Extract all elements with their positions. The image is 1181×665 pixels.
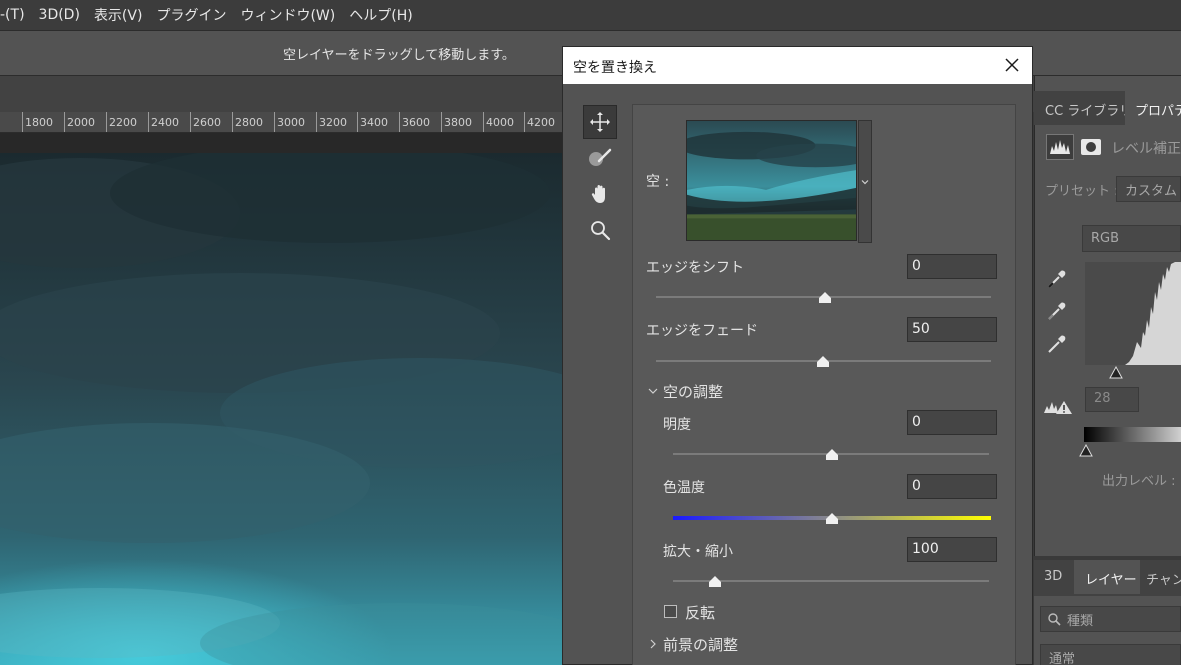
scale-slider-thumb[interactable] [709, 576, 723, 590]
move-icon [590, 112, 610, 132]
ruler-label: 3600 [399, 112, 430, 132]
menu-plugins[interactable]: プラグイン [149, 5, 233, 25]
brightness-slider-thumb[interactable] [826, 449, 840, 463]
tab-properties[interactable]: プロパテ [1125, 91, 1181, 125]
black-point-eyedropper-icon[interactable] [1046, 268, 1068, 290]
menu-window[interactable]: ウィンドウ(W) [233, 5, 342, 25]
output-levels-gradient [1084, 427, 1181, 442]
adjustment-type-label: レベル補正 [1111, 141, 1181, 157]
layer-filter-label: 種類 [1067, 614, 1094, 629]
ruler-label: 2800 [232, 112, 263, 132]
menu-3d[interactable]: 3D(D) [32, 7, 87, 23]
menu-help[interactable]: ヘルプ(H) [342, 5, 419, 25]
blend-mode-select[interactable]: 通常 [1040, 644, 1181, 665]
layers-tab-bar: 3D レイヤー チャンネ [1034, 560, 1181, 596]
ruler-label: 1800 [22, 112, 53, 132]
tab-cc-libraries[interactable]: CC ライブラリ [1034, 91, 1132, 125]
flip-label: 反転 [685, 604, 716, 622]
output-black-slider-thumb[interactable] [1079, 443, 1093, 458]
mask-icon[interactable] [1080, 138, 1102, 156]
sky-preset-dropdown[interactable] [858, 120, 872, 243]
fade-edge-input[interactable]: 50 [907, 317, 997, 342]
shift-edge-slider-thumb[interactable] [819, 292, 833, 306]
output-levels-label: 出力レベル : [1102, 474, 1176, 489]
white-point-eyedropper-icon[interactable] [1046, 333, 1068, 355]
levels-adjustment-icon [1046, 134, 1074, 160]
sky-brush-icon [589, 148, 612, 166]
layer-filter-select[interactable]: 種類 [1040, 606, 1181, 632]
brightness-input[interactable]: 0 [907, 410, 997, 435]
ruler-label: 4200 [524, 112, 555, 132]
ruler-label: 2400 [148, 112, 179, 132]
horizontal-ruler: 00 1800 2000 2200 2400 2600 2800 3000 32… [0, 112, 562, 133]
fade-edge-label: エッジをフェード [646, 323, 758, 339]
flip-checkbox[interactable] [664, 605, 677, 618]
ruler-label: 4000 [483, 112, 514, 132]
zoom-icon [591, 221, 611, 241]
hand-tool[interactable] [583, 177, 617, 211]
hand-icon [591, 185, 605, 203]
input-black-value-field[interactable]: 28 [1085, 387, 1139, 412]
tab-channels[interactable]: チャンネ [1140, 560, 1181, 594]
temperature-label: 色温度 [663, 480, 705, 496]
chevron-right-icon[interactable] [647, 638, 659, 650]
channel-select[interactable]: RGB [1082, 225, 1181, 252]
sky-replacement-dialog: 空を置き換え 空: エッジをシフト 0 エッジをフェード 50 空の調整 明度… [562, 46, 1033, 665]
chevron-down-icon[interactable] [647, 385, 659, 397]
zoom-tool[interactable] [583, 213, 617, 247]
sky-adjustments-header[interactable]: 空の調整 [663, 381, 723, 402]
scale-label: 拡大・縮小 [663, 544, 733, 560]
preset-select[interactable]: カスタム [1116, 176, 1181, 202]
levels-histogram [1085, 262, 1181, 365]
chevron-down-icon [861, 180, 869, 185]
ruler-label: 2000 [64, 112, 95, 132]
properties-tab-bar: CC ライブラリ プロパテ [1034, 91, 1181, 125]
tab-layers[interactable]: レイヤー [1074, 560, 1140, 594]
shift-edge-input[interactable]: 0 [907, 254, 997, 279]
ruler-label: 2600 [190, 112, 221, 132]
input-black-slider-thumb[interactable] [1109, 365, 1123, 380]
sky-label: 空 : [646, 174, 670, 190]
preset-label: プリセット : [1045, 184, 1119, 199]
shift-edge-label: エッジをシフト [646, 260, 744, 276]
tool-hint-text: 空レイヤーをドラッグして移動します。 [283, 48, 515, 63]
close-icon[interactable] [1002, 55, 1022, 75]
ruler-label: 2200 [106, 112, 137, 132]
auto-levels-warning-icon[interactable] [1043, 398, 1073, 416]
foreground-adjustments-header[interactable]: 前景の調整 [663, 634, 738, 655]
dialog-title: 空を置き換え [573, 60, 657, 76]
dialog-titlebar[interactable]: 空を置き換え [563, 47, 1032, 84]
ruler-label: 3800 [441, 112, 472, 132]
document-canvas-sky-image[interactable] [0, 153, 562, 665]
ruler-label: 3000 [274, 112, 305, 132]
brightness-label: 明度 [663, 417, 691, 433]
move-sky-tool[interactable] [583, 105, 617, 139]
temperature-slider-thumb[interactable] [826, 513, 840, 527]
search-icon [1048, 613, 1061, 626]
ruler-label: 3400 [357, 112, 388, 132]
scale-input[interactable]: 100 [907, 537, 997, 562]
tab-3d[interactable]: 3D [1034, 560, 1074, 594]
menu-bar: -(T) 3D(D) 表示(V) プラグイン ウィンドウ(W) ヘルプ(H) [0, 0, 1181, 30]
menu-view[interactable]: 表示(V) [87, 5, 150, 25]
ruler-label: 3200 [316, 112, 347, 132]
sky-brush-tool[interactable] [583, 141, 617, 175]
fade-edge-slider-thumb[interactable] [817, 356, 831, 370]
menu-type[interactable]: -(T) [0, 7, 32, 23]
sky-preset-thumbnail[interactable] [686, 120, 857, 241]
gray-point-eyedropper-icon[interactable] [1046, 300, 1068, 322]
temperature-input[interactable]: 0 [907, 474, 997, 499]
